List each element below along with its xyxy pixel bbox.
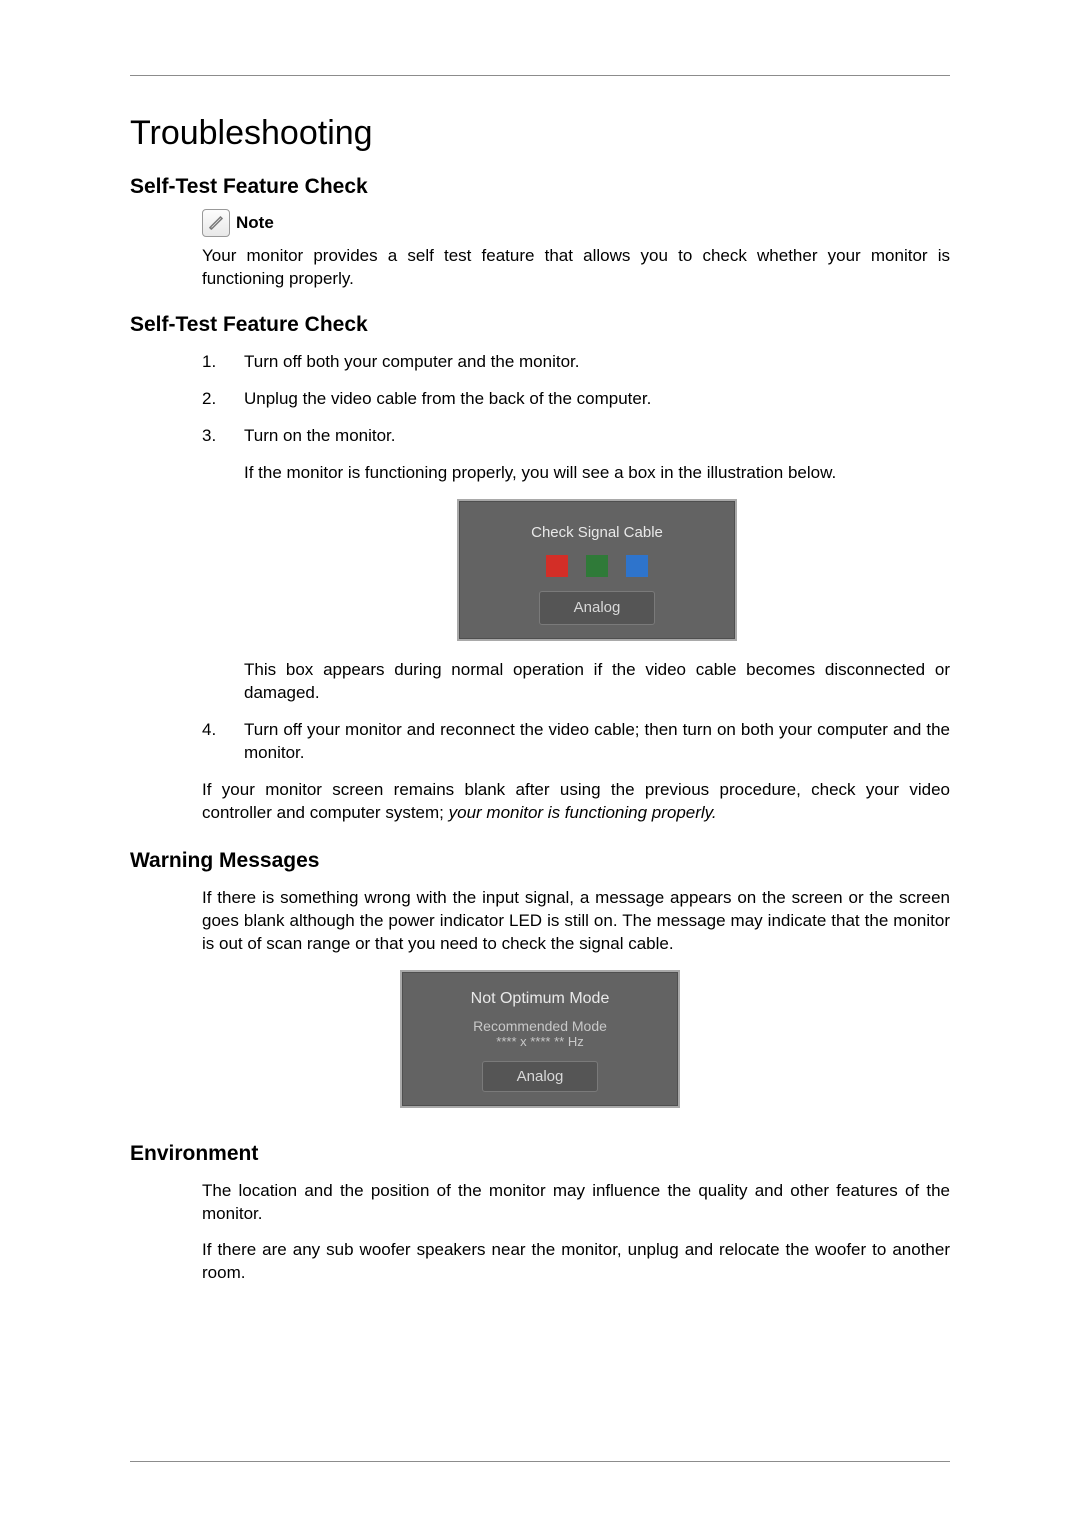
step-3: Turn on the monitor. If the monitor is f… [202,425,950,705]
section-heading-selftest-2: Self-Test Feature Check [130,313,950,337]
after-em: your monitor is functioning properly. [449,803,717,822]
environment-p2: If there are any sub woofer speakers nea… [202,1239,950,1285]
not-optimum-text: Not Optimum Mode [416,990,664,1008]
check-signal-cable-text: Check Signal Cable [473,523,721,543]
resolution-placeholder-text: **** x **** ** Hz [416,1034,664,1049]
step-4-text: Turn off your monitor and reconnect the … [244,719,950,765]
step-3a-text: Turn on the monitor. [244,425,950,448]
rgb-squares [473,555,721,577]
step-1-text: Turn off both your computer and the moni… [244,351,950,374]
step-4: Turn off your monitor and reconnect the … [202,719,950,765]
step-3b-text: If the monitor is functioning properly, … [244,462,950,485]
bottom-rule [130,1461,950,1462]
section-heading-warning: Warning Messages [130,849,950,873]
note-text: Your monitor provides a self test featur… [202,245,950,291]
red-square-icon [546,555,568,577]
step-2-text: Unplug the video cable from the back of … [244,388,950,411]
section-heading-environment: Environment [130,1142,950,1166]
environment-p1: The location and the position of the mon… [202,1180,950,1226]
analog-button-label-2: Analog [482,1061,599,1092]
note-icon [202,209,230,237]
not-optimum-illustration: Not Optimum Mode Recommended Mode **** x… [400,970,680,1108]
signal-cable-illustration: Check Signal Cable Analog [457,499,737,642]
top-rule [130,75,950,76]
page-title: Troubleshooting [130,114,950,153]
document-page: Troubleshooting Self-Test Feature Check … [0,0,1080,1527]
analog-button-label: Analog [539,591,656,625]
blue-square-icon [626,555,648,577]
after-steps-text: If your monitor screen remains blank aft… [202,779,950,825]
warning-text: If there is something wrong with the inp… [202,887,950,956]
step-1: Turn off both your computer and the moni… [202,351,950,374]
green-square-icon [586,555,608,577]
recommended-mode-text: Recommended Mode [416,1018,664,1034]
steps-list: Turn off both your computer and the moni… [130,351,950,765]
step-2: Unplug the video cable from the back of … [202,388,950,411]
section-heading-selftest-1: Self-Test Feature Check [130,175,950,199]
step-3c-text: This box appears during normal operation… [244,659,950,705]
note-row: Note [202,209,950,237]
note-label: Note [236,213,274,233]
